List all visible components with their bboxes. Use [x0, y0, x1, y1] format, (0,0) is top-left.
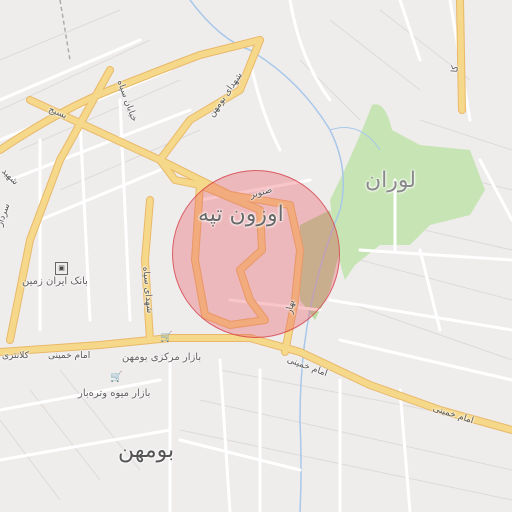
- poi-bank-iran-zamin[interactable]: بانک ایران زمین: [22, 276, 88, 287]
- railway-line: [59, 0, 71, 61]
- poi-bazaar-miveh[interactable]: بازار میوه وتره‌بار: [78, 388, 150, 399]
- shopping-cart-icon[interactable]: 🛒: [160, 332, 172, 343]
- street-label-ka: کا: [450, 65, 461, 73]
- district-label-ozun-tappeh[interactable]: اوزون تپه: [198, 202, 284, 227]
- poi-bazaar-markazi[interactable]: بازار مرکزی بومهن: [122, 352, 201, 363]
- street-label-kalantari: کلانتری: [2, 351, 29, 361]
- district-label-ooshan[interactable]: لوران: [365, 168, 416, 193]
- shopping-cart-icon[interactable]: 🛒: [110, 372, 122, 383]
- map-view[interactable]: اوزون تپه لوران بومهن ▣ بانک ایران زمین …: [0, 0, 512, 512]
- district-label-bumehen[interactable]: بومهن: [118, 438, 174, 463]
- bank-icon[interactable]: ▣: [55, 262, 68, 275]
- street-label-imam-khomeini-1: امام خمینی: [48, 351, 91, 361]
